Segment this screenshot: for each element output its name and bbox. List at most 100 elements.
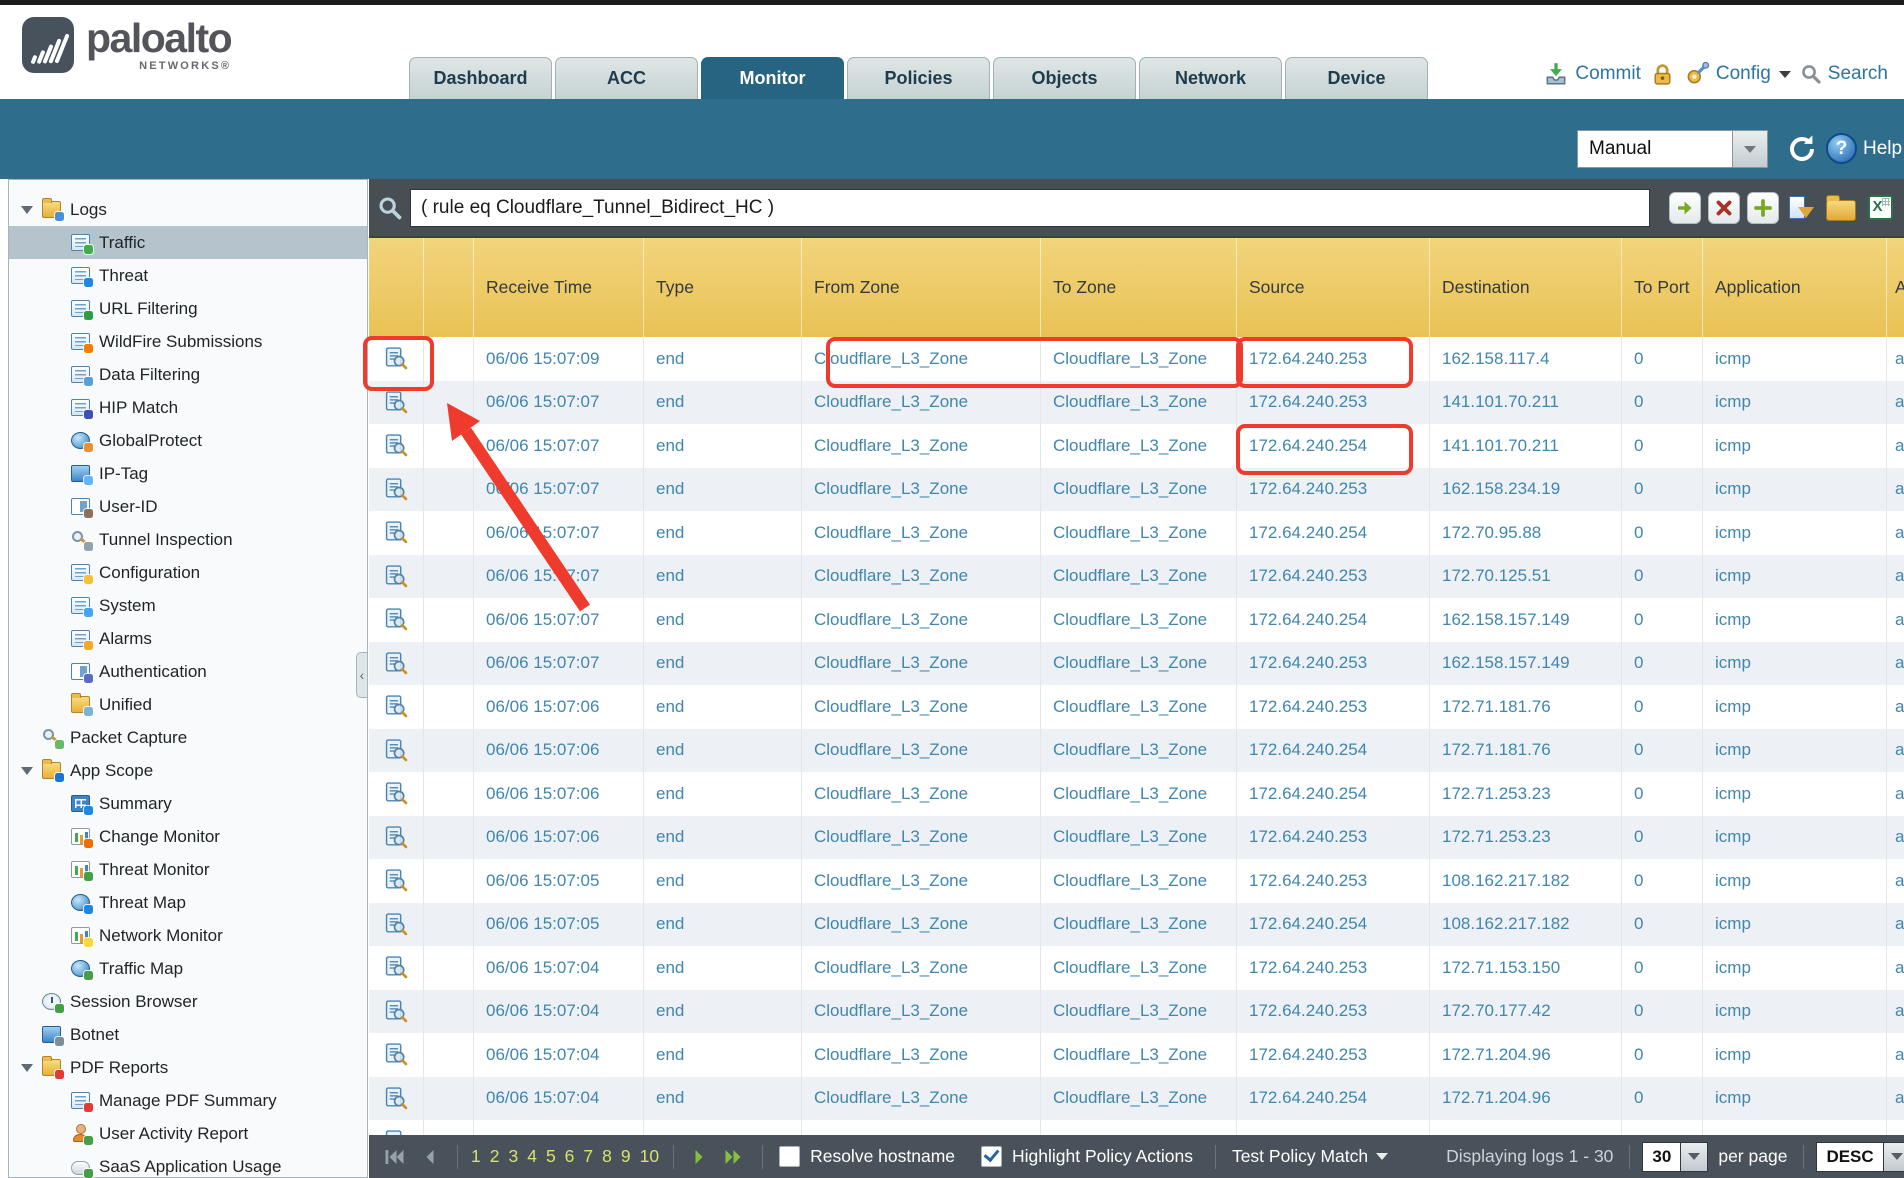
log-detail-button[interactable] <box>369 990 423 1034</box>
sidebar-item[interactable]: Threat Map <box>9 886 367 919</box>
page-number-3[interactable]: 3 <box>508 1146 518 1167</box>
log-detail-button[interactable] <box>369 598 423 642</box>
refresh-mode-value[interactable]: Manual <box>1577 130 1733 168</box>
log-row[interactable]: 06/06 15:07:09 end Cloudflare_L3_Zone Cl… <box>369 337 1904 381</box>
column-header-destination[interactable]: Destination <box>1429 238 1621 337</box>
column-header-application[interactable]: Application <box>1702 238 1886 337</box>
lock-icon[interactable] <box>1650 62 1675 87</box>
filter-query-input[interactable] <box>410 189 1650 227</box>
sidebar-item[interactable]: Threat Monitor <box>9 853 367 886</box>
apply-filter-button[interactable] <box>1669 192 1701 224</box>
log-detail-button[interactable] <box>369 685 423 729</box>
page-number-10[interactable]: 10 <box>640 1146 659 1167</box>
sidebar-item[interactable]: Unified <box>9 688 367 721</box>
log-row[interactable]: 06/06 15:07:07 end Cloudflare_L3_Zone Cl… <box>369 642 1904 686</box>
tab-dashboard[interactable]: Dashboard <box>409 57 552 99</box>
sidebar-item[interactable]: Botnet <box>9 1018 367 1051</box>
column-header-detail[interactable] <box>369 238 423 337</box>
highlight-policy-actions-checkbox[interactable] <box>981 1146 1002 1167</box>
log-row[interactable]: 06/06 15:07:06 end Cloudflare_L3_Zone Cl… <box>369 685 1904 729</box>
page-number-7[interactable]: 7 <box>583 1146 593 1167</box>
log-detail-button[interactable] <box>369 555 423 599</box>
filter-builder-button[interactable] <box>1786 192 1818 224</box>
log-row[interactable]: 06/06 15:07:07 end Cloudflare_L3_Zone Cl… <box>369 598 1904 642</box>
sidebar-item[interactable]: Threat <box>9 259 367 292</box>
sidebar-item[interactable]: Configuration <box>9 556 367 589</box>
log-row[interactable]: 06/06 15:07:05 end Cloudflare_L3_Zone Cl… <box>369 903 1904 947</box>
add-filter-button[interactable] <box>1747 192 1779 224</box>
page-number-2[interactable]: 2 <box>490 1146 500 1167</box>
sidebar-item[interactable]: Tunnel Inspection <box>9 523 367 556</box>
column-header-to-zone[interactable]: To Zone <box>1040 238 1236 337</box>
sidebar-item[interactable]: Network Monitor <box>9 919 367 952</box>
log-detail-button[interactable] <box>369 468 423 512</box>
sidebar-item[interactable]: System <box>9 589 367 622</box>
sort-order-select[interactable]: DESC <box>1816 1142 1904 1172</box>
sidebar-collapse-handle[interactable]: ‹ <box>356 652 368 698</box>
log-row[interactable]: 06/06 15:07:07 end Cloudflare_L3_Zone Cl… <box>369 468 1904 512</box>
page-number-6[interactable]: 6 <box>565 1146 575 1167</box>
sidebar-item[interactable]: GlobalProtect <box>9 424 367 457</box>
log-row-partial[interactable] <box>369 1120 1904 1135</box>
column-header-source[interactable]: Source <box>1236 238 1429 337</box>
clear-filter-button[interactable] <box>1708 192 1740 224</box>
sidebar-item[interactable]: Packet Capture <box>9 721 367 754</box>
sidebar-item[interactable]: Data Filtering <box>9 358 367 391</box>
log-row[interactable]: 06/06 15:07:06 end Cloudflare_L3_Zone Cl… <box>369 816 1904 860</box>
log-detail-button[interactable] <box>369 424 423 468</box>
log-row[interactable]: 06/06 15:07:04 end Cloudflare_L3_Zone Cl… <box>369 1033 1904 1077</box>
saved-filters-button[interactable] <box>1825 192 1857 224</box>
column-header-from-zone[interactable]: From Zone <box>801 238 1040 337</box>
log-detail-button[interactable] <box>369 1033 423 1077</box>
expander-triangle-icon[interactable] <box>21 1064 34 1072</box>
sidebar-item[interactable]: Change Monitor <box>9 820 367 853</box>
log-detail-button[interactable] <box>369 729 423 773</box>
page-number-8[interactable]: 8 <box>602 1146 612 1167</box>
resolve-hostname-checkbox[interactable] <box>779 1146 800 1167</box>
search-button[interactable]: Search <box>1800 63 1888 85</box>
refresh-mode-caret[interactable] <box>1733 130 1768 168</box>
log-detail-button[interactable] <box>369 946 423 990</box>
tab-acc[interactable]: ACC <box>555 57 698 99</box>
tab-network[interactable]: Network <box>1139 57 1282 99</box>
log-row[interactable]: 06/06 15:07:07 end Cloudflare_L3_Zone Cl… <box>369 381 1904 425</box>
sidebar-item[interactable]: Session Browser <box>9 985 367 1018</box>
tab-device[interactable]: Device <box>1285 57 1428 99</box>
help-label[interactable]: Help <box>1863 138 1902 160</box>
log-row[interactable]: 06/06 15:07:04 end Cloudflare_L3_Zone Cl… <box>369 990 1904 1034</box>
export-csv-button[interactable] <box>1864 192 1896 224</box>
log-detail-button[interactable] <box>369 1077 423 1121</box>
log-row[interactable]: 06/06 15:07:04 end Cloudflare_L3_Zone Cl… <box>369 946 1904 990</box>
column-header-type[interactable]: Type <box>643 238 801 337</box>
expander-triangle-icon[interactable] <box>21 206 34 214</box>
tab-objects[interactable]: Objects <box>993 57 1136 99</box>
log-row[interactable]: 06/06 15:07:07 end Cloudflare_L3_Zone Cl… <box>369 424 1904 468</box>
page-number-5[interactable]: 5 <box>546 1146 556 1167</box>
log-detail-button[interactable] <box>369 511 423 555</box>
log-detail-button[interactable] <box>369 772 423 816</box>
sidebar-item[interactable]: URL Filtering <box>9 292 367 325</box>
sidebar-item[interactable]: Logs <box>9 193 367 226</box>
refresh-mode-select[interactable]: Manual <box>1577 130 1768 168</box>
page-number-1[interactable]: 1 <box>471 1146 481 1167</box>
log-detail-button[interactable] <box>369 381 423 425</box>
sidebar-item[interactable]: HIP Match <box>9 391 367 424</box>
sidebar-item[interactable]: SaaS Application Usage <box>9 1150 367 1178</box>
log-detail-button[interactable] <box>369 859 423 903</box>
help-icon[interactable] <box>1826 133 1857 164</box>
commit-button[interactable]: Commit <box>1543 61 1640 87</box>
log-detail-button[interactable] <box>369 337 423 381</box>
per-page-caret[interactable] <box>1681 1142 1708 1172</box>
sidebar-item[interactable]: User Activity Report <box>9 1117 367 1150</box>
log-row[interactable]: 06/06 15:07:07 end Cloudflare_L3_Zone Cl… <box>369 511 1904 555</box>
first-page-button[interactable] <box>383 1146 405 1168</box>
tab-monitor[interactable]: Monitor <box>701 57 844 99</box>
test-policy-match-button[interactable]: Test Policy Match <box>1232 1146 1388 1167</box>
log-row[interactable]: 06/06 15:07:04 end Cloudflare_L3_Zone Cl… <box>369 1077 1904 1121</box>
page-number-9[interactable]: 9 <box>621 1146 631 1167</box>
sidebar-item[interactable]: App Scope <box>9 754 367 787</box>
log-row[interactable]: 06/06 15:07:06 end Cloudflare_L3_Zone Cl… <box>369 729 1904 773</box>
column-header-receive-time[interactable]: Receive Time <box>473 238 643 337</box>
sidebar-item[interactable]: Alarms <box>9 622 367 655</box>
sidebar-item[interactable]: User-ID <box>9 490 367 523</box>
